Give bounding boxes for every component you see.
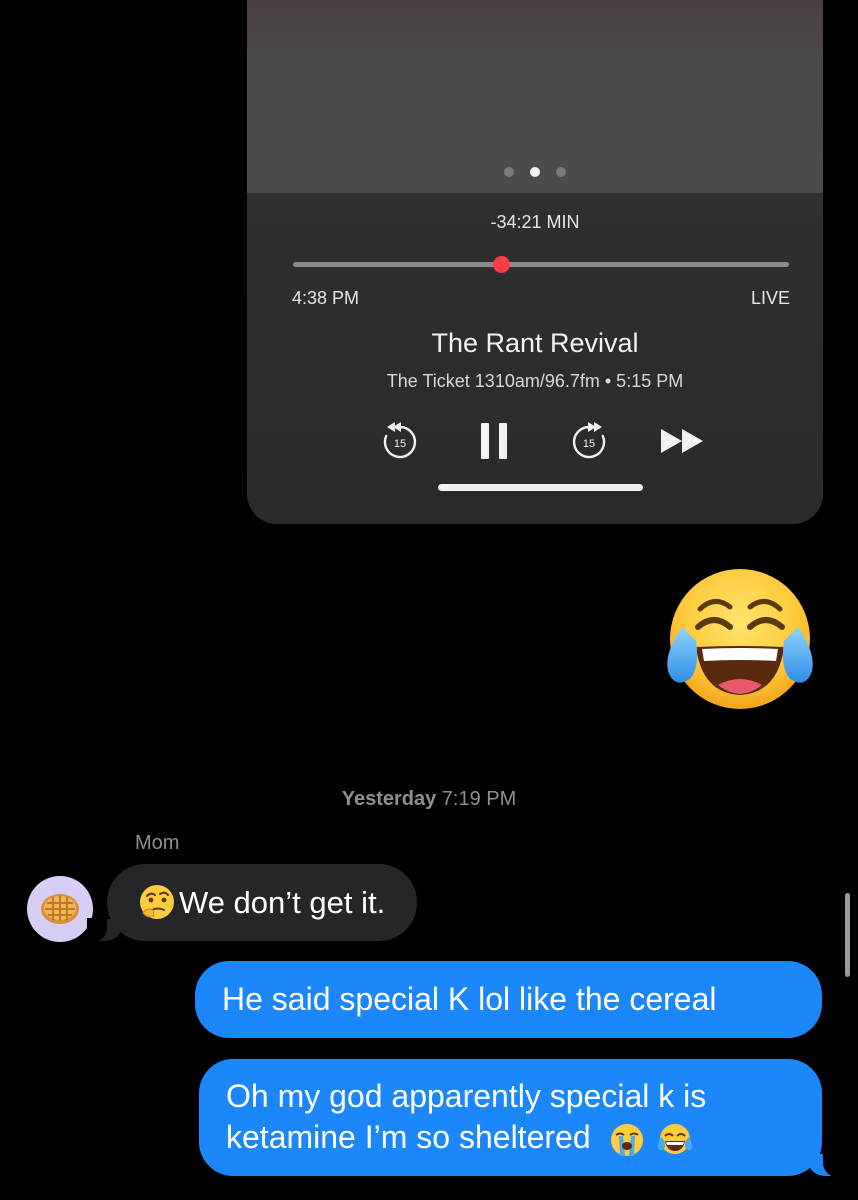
live-label: LIVE (750, 288, 790, 308)
fast-forward-icon (661, 429, 703, 453)
outgoing-message-bubble[interactable]: Oh my god apparently special k is ketami… (199, 1059, 843, 1177)
scrubber-track[interactable] (293, 262, 789, 267)
scrubber-knob[interactable] (492, 256, 510, 273)
track-title: The Rant Revival (431, 328, 639, 358)
page-dot (504, 167, 514, 177)
remaining-time: -34:21 MIN (490, 212, 580, 232)
track-subtitle: The Ticket 1310am/96.7fm • 5:15 PM (386, 371, 684, 391)
skip-back-icon: 15 (383, 422, 417, 459)
outgoing-message-line: Oh my god apparently special k is (226, 1078, 707, 1114)
timestamp-day: Yesterday (341, 788, 437, 810)
pause-button[interactable] (474, 419, 514, 463)
skip-forward-seconds: 15 (583, 438, 595, 450)
face-with-tears-of-joy-icon (667, 569, 813, 709)
skip-back-seconds: 15 (394, 438, 406, 450)
start-time: 4:38 PM (292, 288, 360, 308)
face-with-tears-of-joy-icon (658, 1123, 693, 1154)
now-playing-controls: -34:21 MIN 4:38 PM LIVE The Rant Revival… (247, 193, 823, 524)
pause-icon (481, 423, 507, 459)
incoming-message-text: We don’t get it. (179, 884, 386, 920)
outgoing-message-bubble[interactable]: He said special K lol like the cereal (195, 961, 822, 1038)
outgoing-message-line-2: ketamine I’m so sheltered (226, 1117, 794, 1158)
avatar[interactable] (27, 876, 93, 942)
incoming-message-bubble[interactable]: We don’t get it. (87, 864, 418, 942)
outgoing-message-text: He said special K lol like the cereal (222, 981, 717, 1017)
skip-forward-15-button[interactable]: 15 (567, 419, 611, 463)
message-timestamp: Yesterday 7:19 PM (0, 788, 858, 811)
thinking-face-icon (140, 884, 174, 919)
page-dot-active (530, 167, 540, 177)
waffle-icon (41, 894, 79, 924)
shared-media-screenshot[interactable]: -34:21 MIN 4:38 PM LIVE The Rant Revival… (247, 0, 823, 524)
outgoing-message-text: ketamine I’m so sheltered (226, 1119, 591, 1155)
tears-of-joy-message[interactable] (660, 567, 820, 717)
timestamp-time: 7:19 PM (441, 788, 517, 810)
next-track-button[interactable] (657, 419, 709, 463)
page-dots (247, 167, 823, 177)
skip-forward-icon: 15 (572, 422, 606, 459)
sender-name: Mom (135, 832, 180, 854)
loudly-crying-face-icon (610, 1123, 643, 1156)
scroll-indicator[interactable] (845, 893, 850, 977)
page-dot (556, 167, 566, 177)
skip-back-15-button[interactable]: 15 (378, 419, 422, 463)
artwork-area (247, 0, 823, 193)
home-indicator (438, 484, 643, 491)
